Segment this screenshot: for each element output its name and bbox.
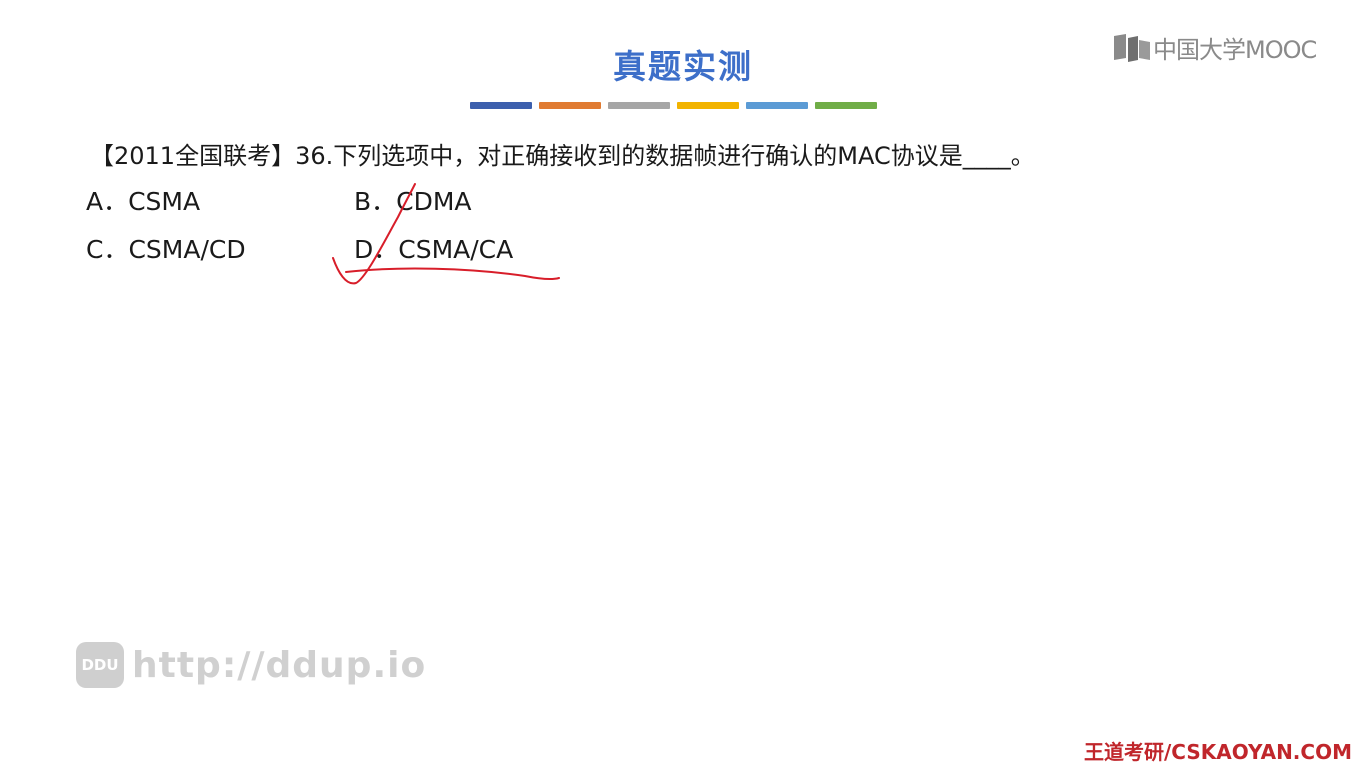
ddu-badge: DDU — [76, 642, 124, 688]
ddup-watermark: DDU http://ddup.io — [76, 642, 426, 688]
watermark-url: http://ddup.io — [132, 644, 427, 686]
underline-stroke — [345, 267, 560, 281]
footer-credit: 王道考研/CSKAOYAN.COM — [1084, 740, 1352, 764]
